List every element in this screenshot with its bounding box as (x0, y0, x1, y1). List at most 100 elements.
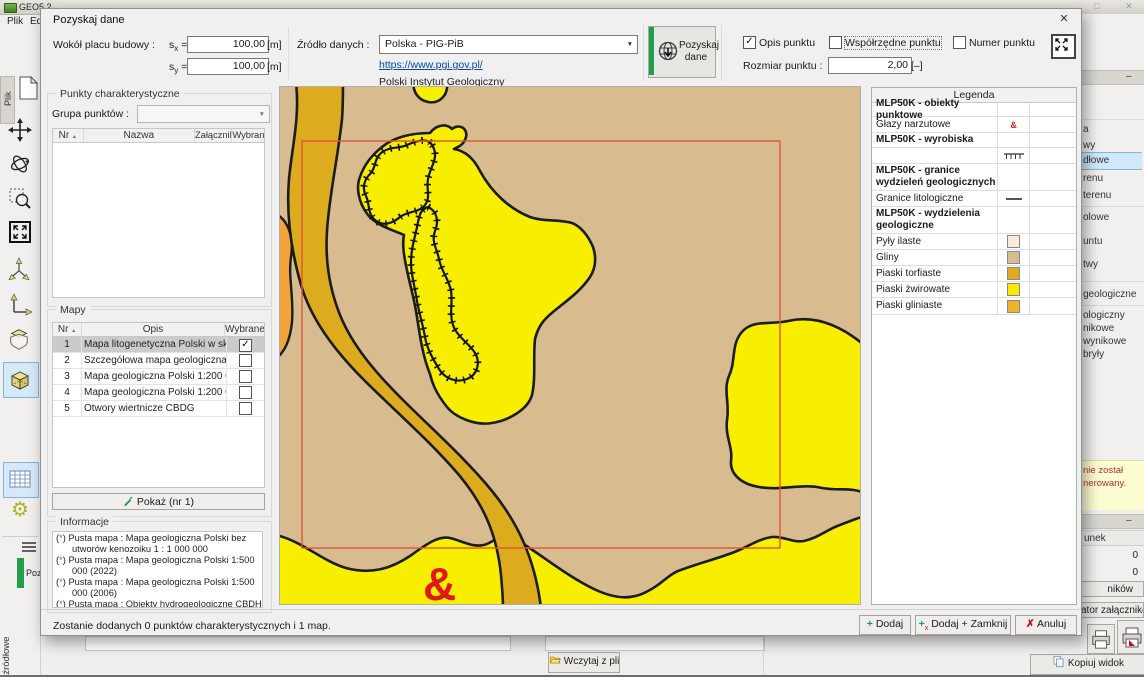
points-table[interactable]: Nr ▲ Nazwa Załączniki Wybrane (52, 128, 265, 298)
data-source-select[interactable]: Polska - PIG-PiB ▼ (379, 35, 638, 54)
sort-asc-icon: ▲ (72, 134, 77, 140)
view-cube-button-active[interactable] (3, 362, 39, 398)
frame-item-active[interactable]: dłowe (1080, 155, 1144, 168)
add-close-button[interactable]: +x Dodaj + Zamknij (915, 615, 1011, 635)
maps-table-row[interactable]: 3 Mapa geologiczna Polski 1:200 000 - za… (53, 369, 264, 385)
frame-item[interactable]: olowe (1080, 212, 1144, 225)
print-button[interactable] (1087, 624, 1115, 654)
frame-item[interactable]: terenu (1080, 190, 1144, 203)
dialog-title: Pozyskaj dane (53, 14, 125, 26)
sy-input[interactable]: 100,00 (187, 58, 269, 75)
point-size-unit: [–] (911, 60, 923, 72)
map-checkbox-checked[interactable]: ✓ (239, 339, 252, 352)
left-toolbar: Plik ⚙ (0, 28, 41, 677)
maps-table-row[interactable]: 4 Mapa geologiczna Polski 1:200 000 - od… (53, 385, 264, 401)
add-button[interactable]: + Dodaj (859, 615, 911, 635)
frame-item[interactable]: a (1080, 124, 1144, 137)
list-icon[interactable] (21, 541, 37, 556)
col-opis[interactable]: Opis (82, 323, 225, 336)
fit-view-icon[interactable] (8, 220, 32, 247)
map-checkbox[interactable] (239, 354, 252, 367)
point-coordinates-label: Współrzędne punktu (845, 37, 941, 49)
axes-corner-icon[interactable] (8, 292, 32, 319)
frame-item[interactable]: wy (1080, 140, 1144, 153)
load-from-file-button[interactable]: Wczytaj z pliku (548, 652, 620, 673)
map-checkbox[interactable] (239, 402, 252, 415)
attachments-button-fragment[interactable]: ników (1080, 581, 1144, 597)
dialog-pozyskaj-dane: Pozyskaj dane ✕ Wokół placu budowy : sx … (40, 8, 1082, 636)
dialog-close-button[interactable]: ✕ (1055, 12, 1073, 27)
fullscreen-button[interactable] (1051, 34, 1076, 59)
acquire-data-button[interactable]: Pozyskaj dane (648, 26, 716, 78)
right-divider (1080, 305, 1144, 306)
settings-gear-icon[interactable]: ⚙ (8, 498, 32, 522)
point-description-label: Opis punktu (759, 37, 815, 49)
cancel-button[interactable]: ✗ Anuluj (1015, 615, 1077, 635)
frame-item[interactable]: twy (1080, 259, 1144, 272)
col-nr[interactable]: Nr ▲ (53, 323, 82, 336)
tab-plik[interactable]: Plik (0, 76, 15, 124)
maps-table: Nr ▲ Opis Wybrane 1 Mapa litogenetyczna … (52, 322, 265, 488)
col-zalaczniki[interactable]: Załączniki (195, 129, 232, 142)
point-coordinates-checkbox[interactable] (829, 36, 842, 49)
col-nazwa[interactable]: Nazwa (84, 129, 195, 142)
table-view-button-active[interactable] (3, 462, 39, 498)
panel-value-row: :0 (1080, 550, 1138, 561)
frame-item[interactable]: nikowe (1080, 323, 1144, 336)
pan-tool-icon[interactable] (8, 118, 32, 145)
maps-table-row[interactable]: 5 Otwory wiertnicze CBDG (53, 401, 264, 417)
panel-minimize-icon[interactable]: – (1126, 71, 1132, 82)
menu-plik[interactable]: Plik (7, 16, 23, 27)
zoom-region-icon[interactable] (8, 186, 32, 213)
visibility-shield-icon[interactable] (7, 326, 31, 353)
points-group-select[interactable]: ▼ (137, 105, 270, 123)
pgi-link[interactable]: https://www.pgi.gov.pl/ (379, 59, 483, 71)
attachment-manager-button-fragment[interactable]: ator załączników (1080, 602, 1144, 618)
map-checkbox[interactable] (239, 370, 252, 383)
legend-row: MLP50K - obiekty punktowe (872, 103, 1076, 117)
frame-item[interactable]: untu (1080, 236, 1144, 249)
sx-input[interactable]: 100,00 (187, 36, 269, 53)
right-divider (1080, 206, 1144, 207)
maximize-button[interactable]: □ (1088, 0, 1106, 13)
legend-row: MLP50K - wydzielenia geologiczne (872, 207, 1076, 234)
maps-table-row[interactable]: 2 Szczegółowa mapa geologiczna Polski 1:… (53, 353, 264, 369)
screen: GEO5 2 □ ✕ Plik Edy Plik (0, 0, 1144, 677)
col-nr[interactable]: Nr ▲ (53, 129, 84, 142)
line-symbol (1005, 197, 1023, 201)
info-item: (*) Pusta mapa : Obiekty hydrogeologiczn… (56, 599, 262, 608)
axes-3d-icon[interactable] (7, 256, 31, 283)
warning-line: nie został (1083, 464, 1144, 477)
new-file-icon[interactable] (16, 76, 40, 103)
map-checkbox[interactable] (239, 386, 252, 399)
point-description-checkbox[interactable]: ✓ (743, 36, 756, 49)
frame-item[interactable]: wynikowe (1080, 336, 1144, 349)
frame-item[interactable]: bryły (1080, 349, 1144, 362)
map-viewport[interactable]: & & (279, 86, 861, 605)
toolbar-divider (2, 536, 38, 537)
rotate-tool-icon[interactable] (8, 152, 32, 179)
model-warning-box: nie został nerowany. (1080, 460, 1144, 510)
point-size-label: Rozmiar punktu : (743, 60, 822, 72)
chevron-down-icon: ▼ (627, 36, 633, 53)
frame-item[interactable]: renu (1080, 173, 1144, 186)
panel-minimize-icon[interactable]: – (1126, 515, 1132, 526)
show-pencil-icon (123, 495, 134, 506)
legend-row: MLP50K - wyrobiska (872, 133, 1076, 148)
group-info: Informacje (*) Pusta mapa : Mapa geologi… (47, 521, 272, 613)
value-zero: 0 (1132, 567, 1138, 578)
points-table-header: Nr ▲ Nazwa Załączniki Wybrane (53, 129, 264, 143)
col-wybrane[interactable]: Wybrane (225, 323, 264, 336)
point-number-checkbox[interactable] (953, 36, 966, 49)
point-size-input[interactable]: 2,00 (828, 57, 912, 74)
side-panel-label: Dane źródłowe (1, 620, 12, 677)
print-preview-button[interactable] (1117, 620, 1144, 654)
frame-item[interactable]: geologiczne (1080, 289, 1144, 302)
maps-table-row[interactable]: 1 Mapa litogenetyczna Polski w skali 1:5… (53, 337, 264, 353)
close-window-button[interactable]: ✕ (1120, 0, 1138, 13)
col-wybrane[interactable]: Wybrane (232, 129, 264, 142)
frame-item[interactable]: ologiczny (1080, 310, 1144, 323)
copy-view-button[interactable]: Kopiuj widok (1030, 654, 1144, 675)
show-map-button[interactable]: Pokaż (nr 1) (52, 493, 265, 510)
panel-section-header: unek (1080, 530, 1144, 546)
